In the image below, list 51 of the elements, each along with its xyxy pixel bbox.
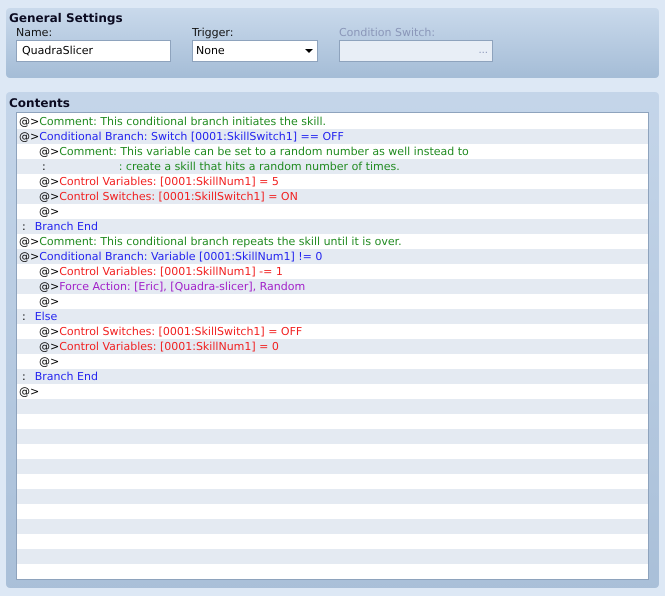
command-prefix: @> [39,144,60,159]
dropdown-arrow-icon [305,49,313,53]
command-prefix: @> [19,249,40,264]
command-prefix: @> [39,264,60,279]
command-prefix: : [21,309,27,324]
command-prefix: @> [19,114,40,129]
command-row[interactable]: : Else [17,309,648,324]
command-text: Force Action: [Eric], [Quadra-slicer], Random [59,279,306,294]
command-text: Conditional Branch: Variable [0001:SkillNum1] != 0 [39,249,322,264]
command-row[interactable]: @>Force Action: [Eric], [Quadra-slicer], Random [17,279,648,294]
trigger-dropdown[interactable]: None [192,40,318,62]
command-text: Control Variables: [0001:SkillNum1] = 5 [59,174,279,189]
name-field[interactable]: QuadraSlicer [16,40,171,62]
panel-title: Contents [9,95,71,112]
command-prefix: @> [19,234,40,249]
command-row[interactable]: @>Control Variables: [0001:SkillNum1] = 0 [17,339,648,354]
command-text: Comment: This conditional branch initiates the skill. [39,114,326,129]
field-label: Name: [16,26,54,40]
command-prefix: @> [39,339,60,354]
command-prefix: @> [19,129,40,144]
command-row[interactable]: @>Conditional Branch: Variable [0001:SkillNum1] != 0 [17,249,648,264]
command-text: Control Variables: [0001:SkillNum1] -= 1 [59,264,283,279]
command-prefix: : [41,159,47,174]
command-text: Control Switches: [0001:SkillSwitch1] = OFF [59,324,302,339]
panel-title: General Settings [9,10,124,26]
command-prefix: : [21,369,27,384]
command-prefix: @> [39,204,60,219]
command-text: Branch End [34,369,98,384]
command-text: Else [34,309,58,324]
command-text: Branch End [34,219,98,234]
command-text: Comment: This conditional branch repeats the skill until it is over. [39,234,402,249]
command-prefix: @> [39,279,60,294]
command-prefix: @> [39,324,60,339]
command-text: Control Switches: [0001:SkillSwitch1] = ON [59,189,298,204]
field-label: Condition Switch: [339,26,436,40]
field-label: Trigger: [192,26,234,40]
command-row[interactable]: @>Control Switches: [0001:SkillSwitch1] = ON [17,189,648,204]
command-prefix: @> [19,384,40,399]
command-text: Comment: This variable can be set to a random number as well instead to [59,144,469,159]
command-text: Conditional Branch: Switch [0001:SkillSwitch1] == OFF [39,129,344,144]
command-row[interactable]: @>Conditional Branch: Switch [0001:SkillSwitch1] == OFF [17,129,648,144]
command-text: : create a skill that hits a random number of times. [118,159,400,174]
command-prefix: @> [39,294,60,309]
command-row[interactable]: : Branch End [17,219,648,234]
command-text: Control Variables: [0001:SkillNum1] = 0 [59,339,279,354]
command-prefix: : [21,219,27,234]
command-prefix: @> [39,189,60,204]
command-row[interactable]: : : create a skill that hits a random number of times. [17,159,648,174]
command-row[interactable]: : Branch End [17,369,648,384]
command-prefix: @> [39,354,60,369]
command-prefix: @> [39,174,60,189]
